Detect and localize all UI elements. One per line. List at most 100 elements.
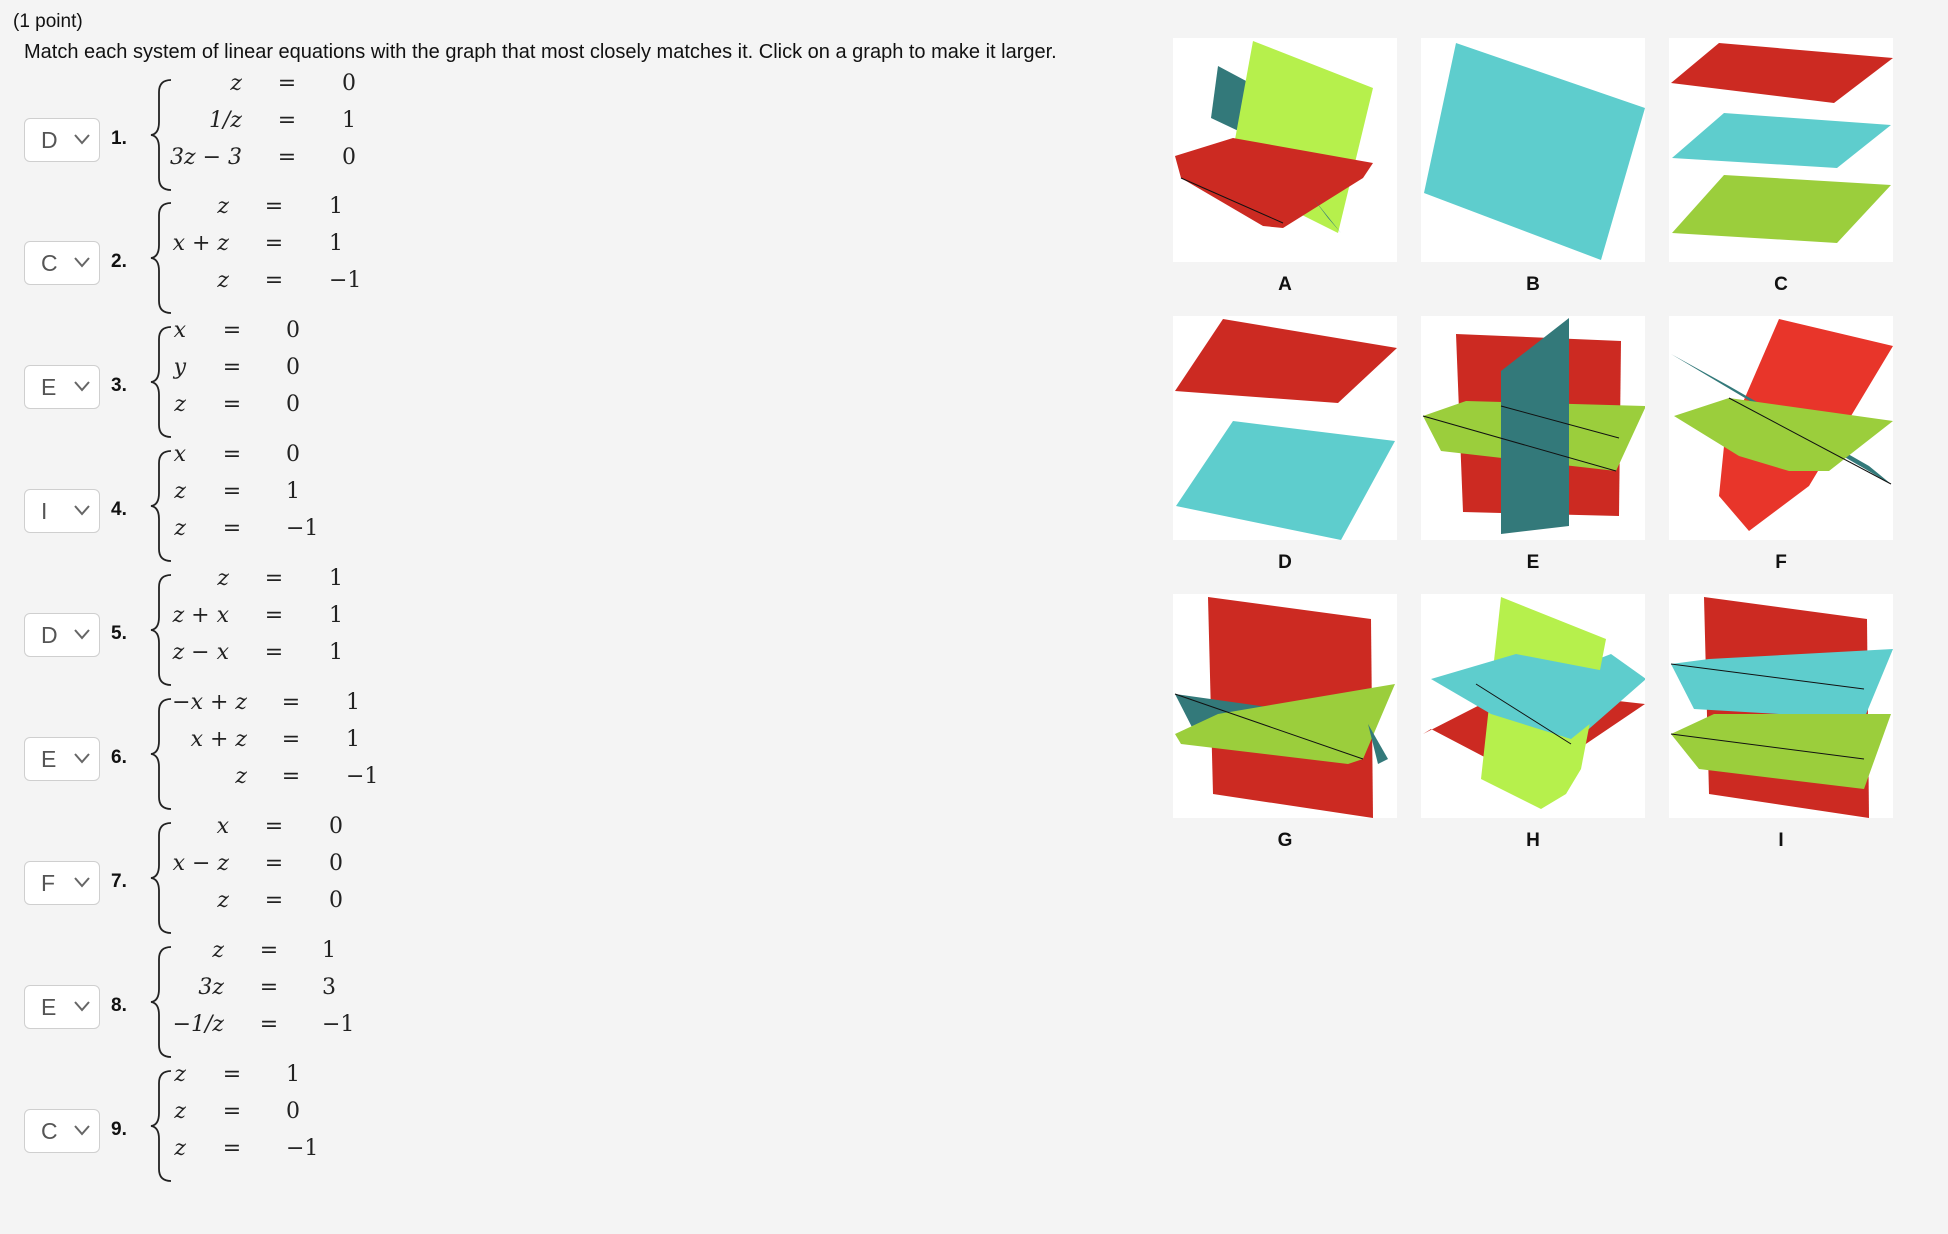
equation-row: x + z = 1 (24, 231, 424, 267)
equals-sign: = (222, 516, 242, 541)
graph-d[interactable] (1173, 316, 1397, 540)
equals-sign: = (259, 975, 279, 1000)
equals-sign: = (264, 566, 284, 591)
equation-lhs: y (173, 355, 186, 380)
equals-sign: = (264, 851, 284, 876)
equation-lhs: z + x (172, 603, 229, 628)
problem-4: I 4. x = 0 z = 1 z = −1 (24, 442, 564, 563)
equation-rhs: 0 (286, 318, 300, 343)
graph-g[interactable] (1173, 594, 1397, 818)
equation-rhs: 0 (342, 145, 356, 170)
problem-1: D 1. z = 0 1/z = 1 3z − 3 = 0 (24, 71, 564, 192)
equals-sign: = (222, 1062, 242, 1087)
equation-row: z = −1 (24, 764, 424, 800)
equals-sign: = (222, 479, 242, 504)
graph-e[interactable] (1421, 316, 1645, 540)
planes-graph-image (1175, 41, 1373, 233)
equation-lhs: z (174, 1062, 186, 1087)
equation-lhs: z (174, 479, 186, 504)
equals-sign: = (259, 1012, 279, 1037)
problem-8: E 8. z = 1 3z = 3 −1/z = −1 (24, 938, 564, 1059)
equation-row: x = 0 (24, 318, 424, 354)
equation-rhs: 1 (329, 231, 343, 256)
equation-lhs: z − x (172, 640, 229, 665)
equation-lhs: z (217, 268, 229, 293)
planes-graph-image (1670, 597, 1893, 818)
graph-h[interactable] (1421, 594, 1645, 818)
equation-row: z = 1 (24, 566, 424, 602)
graph-c[interactable] (1669, 38, 1893, 262)
planes-graph-image (1671, 43, 1893, 243)
equals-sign: = (259, 938, 279, 963)
equation-row: x − z = 0 (24, 851, 424, 887)
graph-f[interactable] (1669, 316, 1893, 540)
equation-rhs: −1 (329, 268, 362, 293)
equals-sign: = (264, 603, 284, 628)
equation-lhs: 3z (198, 975, 224, 1000)
equation-lhs: z (217, 194, 229, 219)
graph-label: E (1526, 552, 1540, 573)
equation-rhs: 0 (329, 888, 343, 913)
equation-lhs: −x + z (172, 690, 247, 715)
equation-rhs: 0 (329, 851, 343, 876)
graph-label: B (1526, 274, 1540, 295)
equation-rhs: 0 (329, 814, 343, 839)
equation-row: z + x = 1 (24, 603, 424, 639)
equation-rhs: 1 (329, 603, 343, 628)
equals-sign: = (264, 231, 284, 256)
equation-rhs: 1 (329, 194, 343, 219)
equals-sign: = (264, 268, 284, 293)
equation-rhs: 1 (329, 640, 343, 665)
equals-sign: = (222, 1136, 242, 1161)
equals-sign: = (264, 814, 284, 839)
equation-row: z = 1 (24, 479, 424, 515)
equation-rhs: 0 (286, 355, 300, 380)
graph-a[interactable] (1173, 38, 1397, 262)
equation-rhs: −1 (286, 516, 319, 541)
equation-lhs: z (174, 392, 186, 417)
equation-lhs: z (217, 888, 229, 913)
equals-sign: = (281, 727, 301, 752)
graph-i[interactable] (1669, 594, 1893, 818)
equation-lhs: 1/z (209, 108, 242, 133)
instructions-text: Match each system of linear equations wi… (24, 41, 1057, 63)
equation-rhs: −1 (286, 1136, 319, 1161)
equation-rhs: 1 (342, 108, 356, 133)
equation-row: −x + z = 1 (24, 690, 424, 726)
equation-lhs: 3z − 3 (169, 145, 242, 170)
planes-graph-image (1175, 319, 1397, 540)
equation-row: z = 1 (24, 1062, 424, 1098)
equation-lhs: z (230, 71, 242, 96)
problem-2: C 2. z = 1 x + z = 1 z = −1 (24, 194, 564, 315)
graph-b[interactable] (1421, 38, 1645, 262)
equation-row: z = 0 (24, 1099, 424, 1135)
equation-lhs: z (174, 516, 186, 541)
equation-lhs: x + z (172, 231, 229, 256)
equation-row: z = 1 (24, 194, 424, 230)
equals-sign: = (264, 194, 284, 219)
planes-graph-image (1671, 319, 1893, 531)
graph-label: C (1774, 274, 1788, 295)
equation-rhs: 0 (286, 1099, 300, 1124)
equation-rhs: 0 (286, 442, 300, 467)
equation-row: y = 0 (24, 355, 424, 391)
equals-sign: = (222, 318, 242, 343)
graph-label: I (1778, 830, 1784, 851)
equation-row: z = −1 (24, 1136, 424, 1172)
equals-sign: = (281, 690, 301, 715)
equation-lhs: z (174, 1099, 186, 1124)
graph-label: D (1278, 552, 1292, 573)
equation-row: −1/z = −1 (24, 1012, 424, 1048)
equation-row: z = 0 (24, 888, 424, 924)
problem-9: C 9. z = 1 z = 0 z = −1 (24, 1062, 564, 1183)
equation-lhs: z (217, 566, 229, 591)
equation-lhs: z (235, 764, 247, 789)
equation-rhs: 3 (322, 975, 336, 1000)
equals-sign: = (222, 442, 242, 467)
equation-row: z = 0 (24, 392, 424, 428)
equation-row: z = −1 (24, 516, 424, 552)
equals-sign: = (222, 392, 242, 417)
equals-sign: = (277, 71, 297, 96)
equation-row: z = 1 (24, 938, 424, 974)
equation-lhs: z (174, 1136, 186, 1161)
